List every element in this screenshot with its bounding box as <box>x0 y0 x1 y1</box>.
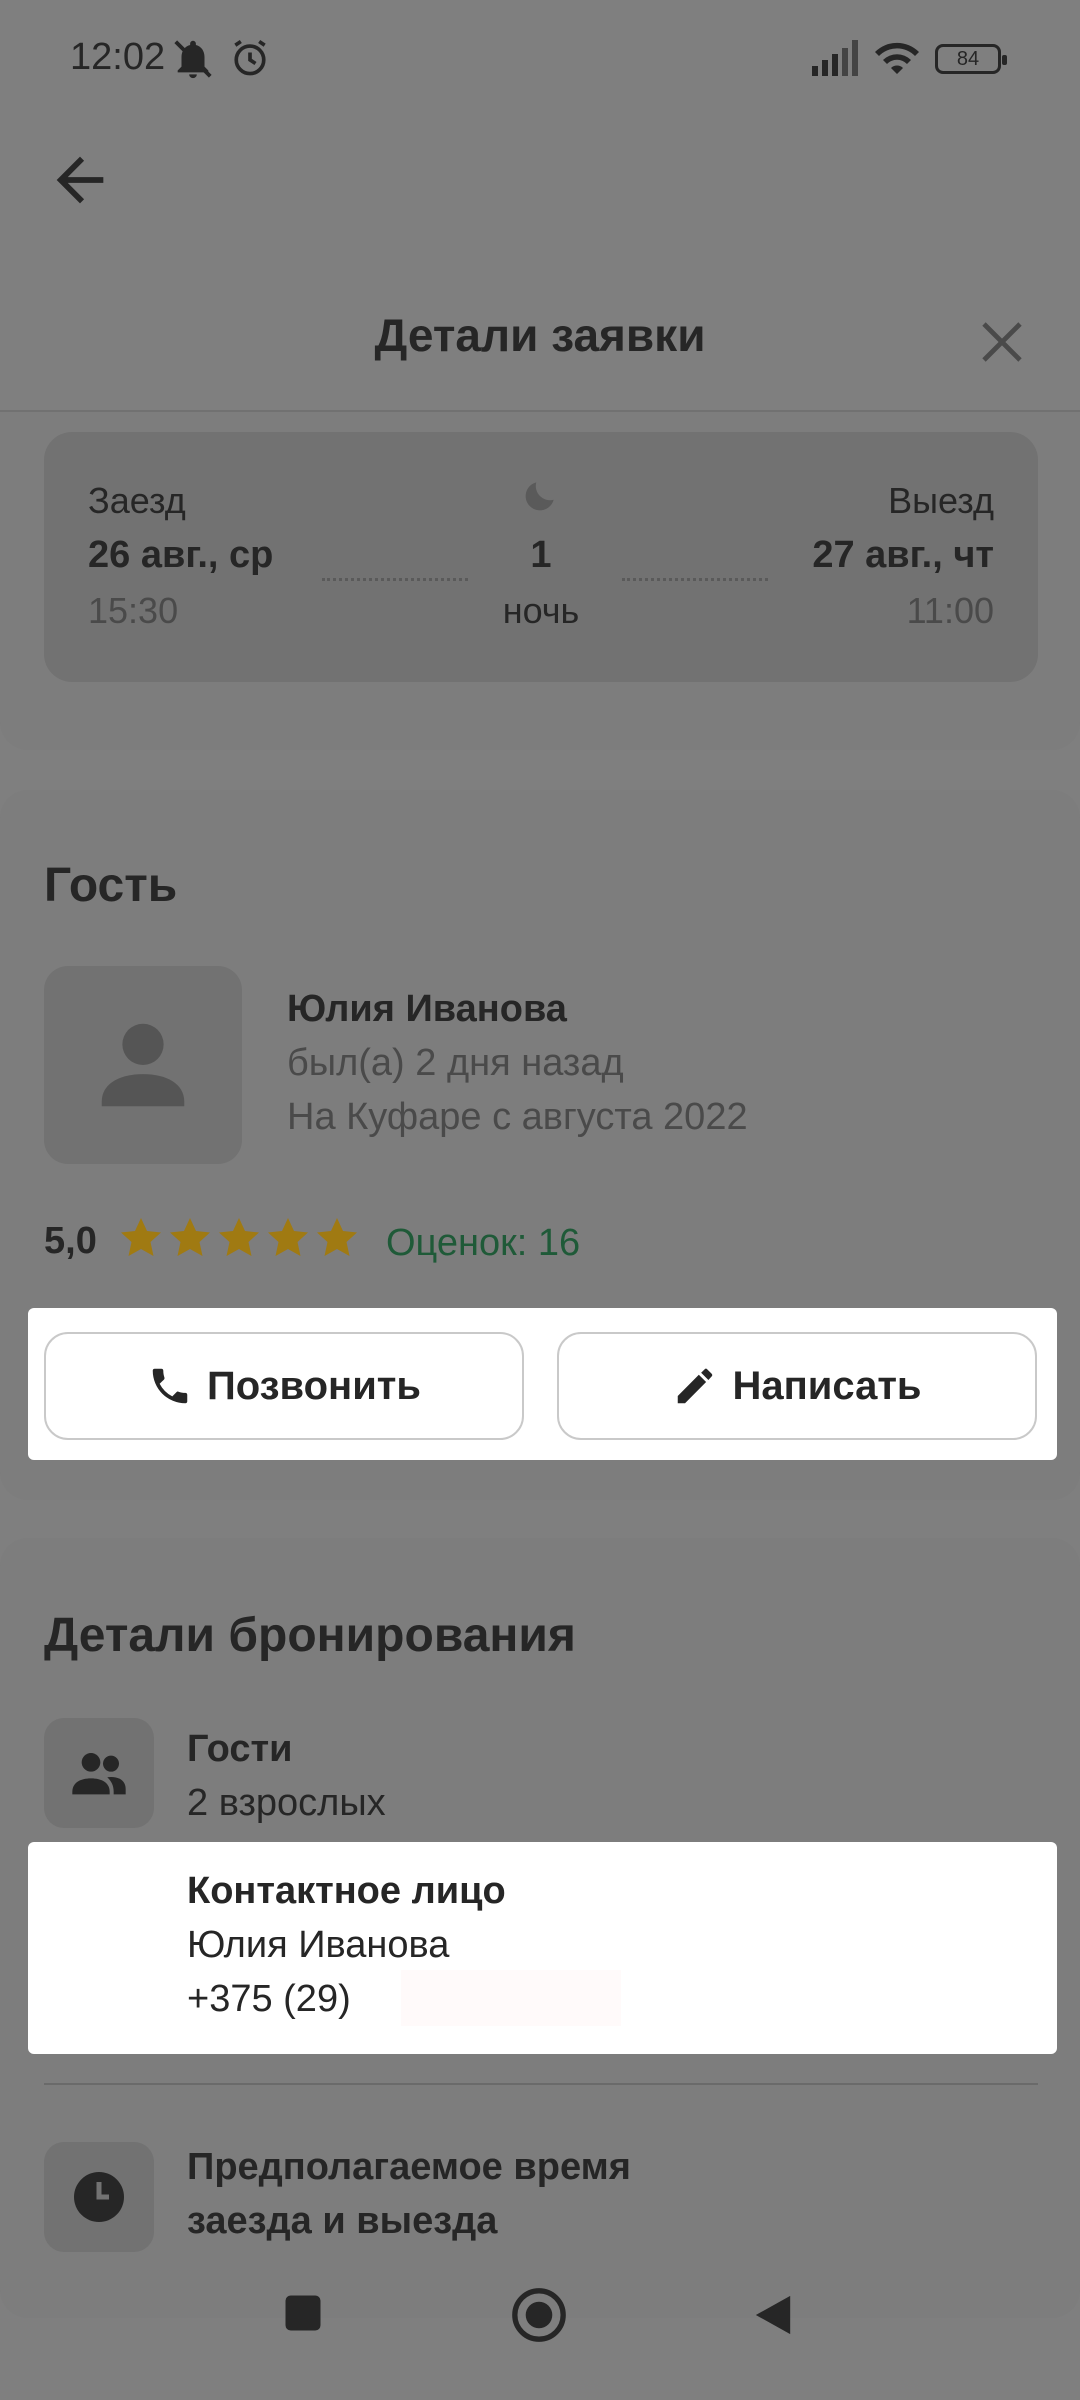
nights-label: ночь <box>502 590 580 631</box>
rating-value: 5,0 <box>44 1220 97 1262</box>
star-icon <box>121 1218 161 1256</box>
screen: 12:02 84 Детали заявки Заезд 26 авг., ср… <box>0 0 1080 2400</box>
checkout-label: Выезд <box>888 480 994 521</box>
system-navigation-bar <box>0 2260 1080 2400</box>
checkout-date: 27 авг., чт <box>812 534 994 576</box>
page-title: Детали заявки <box>374 309 706 361</box>
arrow-left-icon <box>56 156 104 204</box>
rating-stars <box>118 1216 368 1267</box>
star-icon <box>268 1218 308 1256</box>
pencil-icon <box>678 1368 713 1404</box>
guests-value: 2 взрослых <box>187 1782 386 1824</box>
dates-dotted-line <box>322 578 468 581</box>
guest-last-seen: был(а) 2 дня назад <box>287 1042 624 1084</box>
time-icon-box <box>44 2142 154 2252</box>
booking-details-card: Детали бронирования Гости 2 взрослых Кон… <box>0 1538 1080 2318</box>
star-icon <box>219 1218 259 1256</box>
dates-card: Заезд 26 авг., ср 15:30 1 ночь Выезд 27 … <box>0 412 1080 750</box>
message-button[interactable]: Написать <box>557 1332 1037 1440</box>
contact-person: Контактное лицо Юлия Иванова +375 (29) <box>28 1842 1057 2054</box>
mute-notifications-icon <box>170 36 216 87</box>
booking-section-title: Детали бронирования <box>44 1609 576 1662</box>
triangle-back-icon <box>755 2295 791 2335</box>
checkin-label: Заезд <box>88 480 186 521</box>
section-divider <box>44 2083 1038 2085</box>
contact-phone[interactable]: +375 (29) <box>187 1978 351 2021</box>
status-time: 12:02 <box>70 36 166 78</box>
phone-icon <box>152 1368 188 1404</box>
home-button[interactable] <box>510 2286 568 2349</box>
guests-title: Гости <box>187 1728 293 1770</box>
avatar[interactable] <box>44 966 242 1164</box>
call-button-label: Позвонить <box>207 1363 421 1408</box>
circle-icon <box>512 2288 566 2342</box>
clock-icon <box>74 2172 124 2222</box>
contact-title: Контактное лицо <box>187 1870 506 1912</box>
close-button[interactable] <box>978 318 1026 366</box>
status-bar: 12:02 84 <box>0 0 1080 120</box>
recents-button[interactable] <box>282 2292 324 2339</box>
call-button[interactable]: Позвонить <box>44 1332 524 1440</box>
checkout-time: 11:00 <box>906 590 994 631</box>
contact-name: Юлия Иванова <box>187 1924 450 1966</box>
guest-name: Юлия Иванова <box>287 988 567 1030</box>
arrival-time-title-line1: Предполагаемое время <box>187 2146 631 2188</box>
dates-dotted-line <box>622 578 768 581</box>
star-icon <box>317 1218 357 1256</box>
guest-card: Гость Юлия Иванова был(а) 2 дня назад На… <box>0 790 1080 1500</box>
phone-redaction <box>401 1970 621 2026</box>
battery-indicator: 84 <box>935 44 1007 74</box>
user-icon <box>101 1023 185 1107</box>
signal-icon <box>812 40 862 81</box>
dates-box: Заезд 26 авг., ср 15:30 1 ночь Выезд 27 … <box>44 432 1038 682</box>
alarm-icon <box>228 36 272 85</box>
message-button-label: Написать <box>732 1363 922 1408</box>
wifi-icon <box>872 38 922 83</box>
contact-actions: Позвонить Написать <box>28 1308 1057 1460</box>
people-icon <box>72 1753 126 1795</box>
reviews-count[interactable]: Оценок: 16 <box>386 1222 580 1265</box>
guests-icon-box <box>44 1718 154 1828</box>
close-icon <box>982 322 1022 362</box>
arrival-time-title-line2: заезда и выезда <box>187 2200 498 2242</box>
back-button[interactable] <box>45 145 115 215</box>
moon-icon <box>522 476 560 519</box>
star-icon <box>170 1218 210 1256</box>
back-nav-button[interactable] <box>752 2292 794 2343</box>
guest-section-title: Гость <box>44 859 178 912</box>
square-icon <box>285 2295 321 2331</box>
guest-member-since: На Куфаре с августа 2022 <box>287 1096 748 1138</box>
